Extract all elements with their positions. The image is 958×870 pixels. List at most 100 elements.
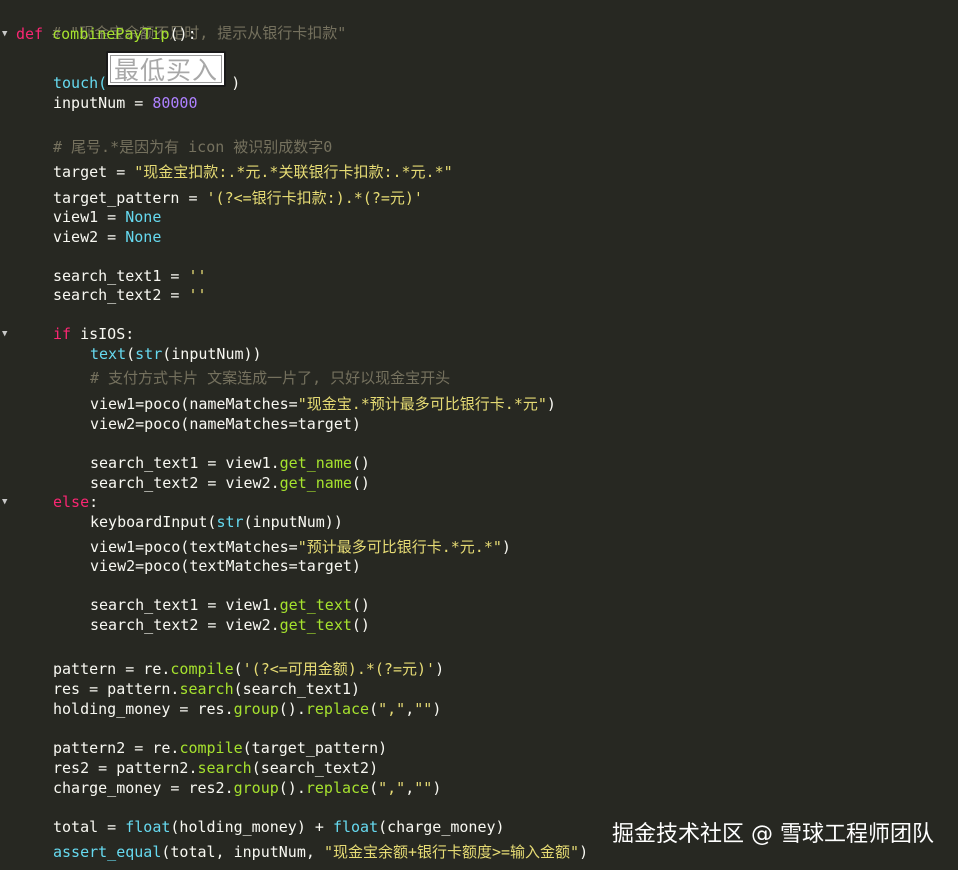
constant: None	[125, 208, 162, 226]
code-editor[interactable]: # "现金宝余额不足时, 提示从银行卡扣款" ▼ def combinePayT…	[0, 0, 958, 870]
code-text: (inputNum))	[162, 345, 262, 363]
comment: # 尾号.*是因为有 icon 被识别成数字0	[53, 138, 333, 156]
code-text: )	[432, 700, 442, 718]
string: "现金宝.*预计最多可比银行卡.*元"	[297, 395, 547, 413]
code-text: ,	[405, 779, 415, 797]
code-text: touch(	[53, 74, 108, 92]
code-text: holding_money = res.	[53, 700, 234, 718]
string: "现金宝扣款:.*元.*关联银行卡扣款:.*元.*"	[134, 163, 453, 181]
code-line: assert_equal(total, inputNum, "现金宝余额+银行卡…	[16, 842, 588, 862]
code-text: ().	[278, 700, 306, 718]
code-text: charge_money = res2.	[53, 779, 234, 797]
keyword: else	[53, 493, 90, 511]
code-text: inputNum =	[53, 94, 153, 112]
number: 80000	[152, 94, 198, 112]
code-line: pattern = re.compile('(?<=可用金额).*(?=元)')	[16, 659, 444, 679]
string: "预计最多可比银行卡.*元.*"	[297, 538, 502, 556]
code-line: holding_money = res.group().replace(",",…	[16, 699, 441, 719]
code-line: res = pattern.search(search_text1)	[16, 679, 360, 699]
code-line: search_text2 = view2.get_text()	[16, 615, 370, 635]
builtin: str	[135, 345, 163, 363]
code-text: search_text2 =	[53, 286, 189, 304]
code-text: )	[501, 538, 511, 556]
fold-triangle-down-icon[interactable]: ▼	[2, 492, 12, 512]
method: group	[233, 700, 279, 718]
code-text: (charge_money)	[378, 818, 505, 836]
code-text: )	[432, 779, 442, 797]
code-line: else:	[16, 492, 98, 512]
code-line: if isIOS:	[16, 324, 134, 344]
code-text: view2=poco(textMatches=target)	[90, 557, 361, 575]
code-line: def combinePayTip():	[16, 24, 197, 44]
code-line: total = float(holding_money) + float(cha…	[16, 817, 505, 837]
code-line: target_pattern = '(?<=银行卡扣款:).*(?=元)'	[16, 188, 423, 208]
code-text: search_text1 = view1.	[90, 596, 280, 614]
code-text: (holding_money) +	[170, 818, 333, 836]
method: get_name	[279, 454, 352, 472]
fold-triangle-down-icon[interactable]: ▼	[2, 324, 12, 344]
code-line: target = "现金宝扣款:.*元.*关联银行卡扣款:.*元.*"	[16, 162, 453, 182]
code-line: pattern2 = re.compile(target_pattern)	[16, 738, 387, 758]
string: ''	[188, 267, 207, 285]
method: replace	[305, 779, 370, 797]
code-text: ()	[351, 454, 370, 472]
code-text: view1=poco(nameMatches=	[90, 395, 298, 413]
function-name: combinePayTip	[52, 25, 170, 43]
code-text: target_pattern =	[53, 189, 207, 207]
code-line: res2 = pattern2.search(search_text2)	[16, 758, 378, 778]
code-text: (search_text2)	[251, 759, 379, 777]
method: search	[197, 759, 252, 777]
method: group	[233, 779, 279, 797]
code-text: (inputNum))	[243, 513, 343, 531]
code-text: pattern = re.	[53, 660, 171, 678]
code-text: (	[126, 345, 136, 363]
code-line: view2=poco(nameMatches=target)	[16, 414, 361, 434]
touch-image-thumbnail[interactable]: 最低买入	[106, 51, 226, 87]
comment: # 支付方式卡片 文案连成一片了, 只好以现金宝开头	[90, 369, 451, 387]
function-call: text	[90, 345, 127, 363]
code-line: search_text1 = ''	[16, 266, 207, 286]
watermark-text: 掘金技术社区 @ 雪球工程师团队	[612, 822, 934, 847]
code-line: view2=poco(textMatches=target)	[16, 556, 361, 576]
code-line: # 支付方式卡片 文案连成一片了, 只好以现金宝开头	[16, 368, 450, 388]
code-line: charge_money = res2.group().replace(",",…	[16, 778, 441, 798]
fold-triangle-down-icon[interactable]: ▼	[2, 24, 12, 44]
code-text: res = pattern.	[53, 680, 180, 698]
code-line: keyboardInput(str(inputNum))	[16, 512, 343, 532]
string: '(?<=可用金额).*(?=元)'	[242, 660, 436, 678]
code-line: # "现金宝余额不足时, 提示从银行卡扣款"	[16, 3, 346, 42]
method: get_text	[279, 616, 352, 634]
builtin: float	[125, 818, 171, 836]
code-text: (total, inputNum,	[161, 843, 324, 861]
code-text: search_text2 = view2.	[90, 474, 280, 492]
code-text: view1 =	[53, 208, 126, 226]
code-text: isIOS:	[71, 325, 135, 343]
code-text: view1=poco(textMatches=	[90, 538, 298, 556]
code-text: pattern2 = re.	[53, 739, 180, 757]
touch-image-text: 最低买入	[110, 55, 222, 85]
code-text: search_text1 =	[53, 267, 189, 285]
builtin: float	[332, 818, 379, 836]
string: '(?<=银行卡扣款:).*(?=元)'	[206, 189, 423, 207]
code-text: (target_pattern)	[242, 739, 388, 757]
code-text: ()	[351, 616, 370, 634]
method: compile	[170, 660, 234, 678]
code-line: text(str(inputNum))	[16, 344, 262, 364]
method: get_text	[279, 596, 352, 614]
string: ''	[188, 286, 207, 304]
builtin: str	[216, 513, 244, 531]
method: replace	[305, 700, 370, 718]
code-line: view1=poco(textMatches="预计最多可比银行卡.*元.*")	[16, 537, 511, 557]
string: ""	[414, 700, 433, 718]
code-line: view1=poco(nameMatches="现金宝.*预计最多可比银行卡.*…	[16, 394, 556, 414]
code-line: search_text1 = view1.get_text()	[16, 595, 370, 615]
code-line: search_text1 = view1.get_name()	[16, 453, 370, 473]
code-text: ():	[169, 25, 197, 43]
code-text: ,	[405, 700, 415, 718]
code-text: (	[233, 660, 243, 678]
code-text: ().	[278, 779, 306, 797]
keyword: if	[53, 325, 72, 343]
code-text: view2 =	[53, 228, 126, 246]
code-text: res2 = pattern2.	[53, 759, 198, 777]
code-text: )	[546, 395, 556, 413]
